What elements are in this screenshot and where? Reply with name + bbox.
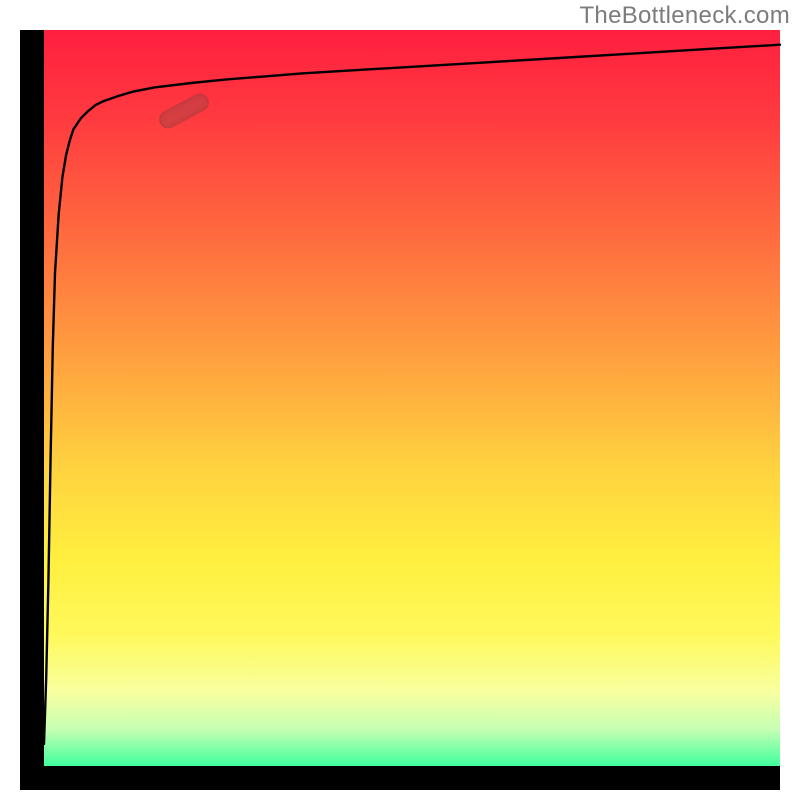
attribution-text: TheBottleneck.com: [579, 2, 790, 30]
line-series: [44, 30, 780, 766]
chart-frame: [20, 30, 780, 790]
